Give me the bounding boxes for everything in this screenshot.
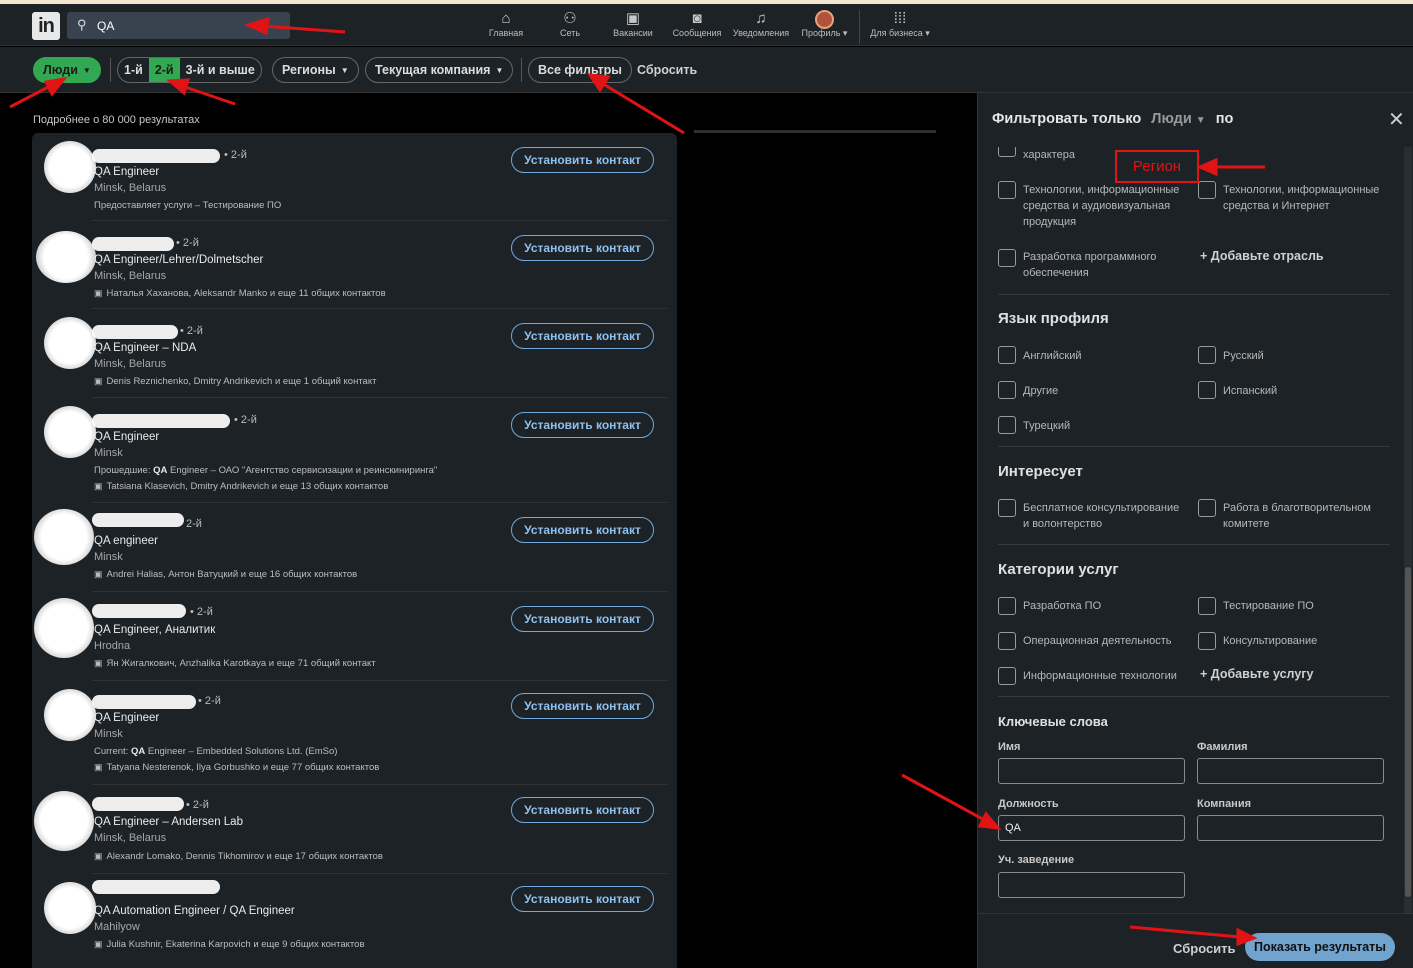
arrow-head — [586, 73, 611, 93]
annotation-arrows — [9, 16, 1265, 947]
arrow-head — [243, 16, 270, 36]
arrow-second-degree — [181, 84, 236, 106]
arrow-head — [43, 76, 68, 97]
arrow-head — [1196, 157, 1218, 177]
arrow-show-results — [1129, 925, 1241, 939]
arrow-head — [1236, 927, 1258, 947]
arrow-search — [261, 24, 346, 34]
arrow-head — [166, 78, 191, 96]
arrow-job-title — [901, 773, 989, 824]
arrow-all-filters — [599, 80, 685, 135]
arrow-head — [977, 811, 1002, 830]
